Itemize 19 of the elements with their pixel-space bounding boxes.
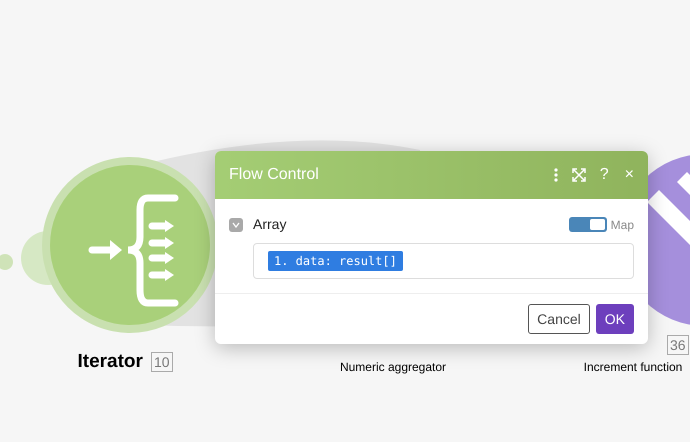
collapse-toggle[interactable] bbox=[229, 218, 243, 232]
header-button[interactable]: × bbox=[624, 167, 634, 183]
chevron-icon bbox=[232, 222, 240, 228]
header-button[interactable]: ? bbox=[600, 167, 609, 183]
ok-button[interactable]: OK bbox=[596, 304, 634, 334]
input-field[interactable]: 1. data: result[] bbox=[253, 243, 634, 279]
map-label: Map bbox=[610, 216, 634, 234]
mapped-value-pill[interactable]: 1. data: result[] bbox=[268, 251, 403, 271]
node-subtitle: Numeric aggregator bbox=[340, 359, 446, 376]
field-label: Array bbox=[253, 215, 288, 234]
node-badge: 36 bbox=[667, 335, 689, 355]
expand-icon[interactable] bbox=[572, 168, 586, 182]
node-title: Iterator bbox=[77, 350, 143, 374]
dialog-title: Flow Control bbox=[229, 165, 320, 185]
node-badge: 10 bbox=[150, 352, 173, 372]
node-subtitle: Increment function bbox=[584, 359, 682, 376]
map-toggle[interactable] bbox=[568, 217, 607, 232]
more-icon[interactable] bbox=[554, 168, 558, 182]
cancel-button[interactable]: Cancel bbox=[528, 304, 590, 334]
